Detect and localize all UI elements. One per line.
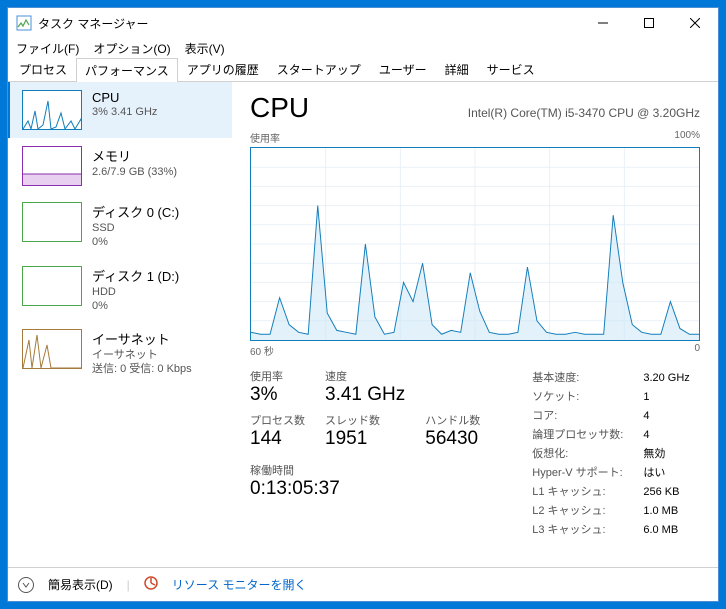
sidebar: CPU3% 3.41 GHzメモリ2.6/7.9 GB (33%)ディスク 0 … — [8, 82, 232, 567]
label-util: 使用率 — [250, 368, 305, 384]
spec-row: 基本速度:3.20 GHz — [532, 370, 690, 387]
app-icon — [16, 15, 32, 31]
tab-0[interactable]: プロセス — [10, 57, 76, 81]
spec-row: コア:4 — [532, 408, 690, 425]
spec-row: 論理プロセッサ数:4 — [532, 427, 690, 444]
thumb-cpu — [22, 90, 82, 130]
cpu-graph — [250, 147, 700, 341]
sidebar-sub: イーサネット送信: 0 受信: 0 Kbps — [92, 348, 222, 377]
sidebar-sub: HDD0% — [92, 285, 222, 314]
minimize-button[interactable] — [580, 8, 626, 38]
menu-view[interactable]: 表示(V) — [185, 40, 225, 57]
tab-2[interactable]: アプリの履歴 — [178, 57, 268, 81]
tab-4[interactable]: ユーザー — [370, 57, 436, 81]
sidebar-title: イーサネット — [92, 329, 222, 348]
label-handles: ハンドル数 — [425, 412, 480, 428]
tab-5[interactable]: 詳細 — [436, 57, 478, 81]
main-heading: CPU — [250, 92, 309, 124]
graph-label-util: 使用率 — [250, 130, 280, 145]
sidebar-sub: 3% 3.41 GHz — [92, 105, 222, 119]
fewer-details-button[interactable]: 簡易表示(D) — [48, 576, 113, 593]
label-threads: スレッド数 — [325, 412, 405, 428]
thumb-disk — [22, 202, 82, 242]
stats-right: 基本速度:3.20 GHz ソケット:1 コア:4 論理プロセッサ数:4 仮想化:無効 H… — [530, 368, 692, 541]
value-threads: 1951 — [325, 428, 405, 450]
value-speed: 3.41 GHz — [325, 384, 405, 406]
value-util: 3% — [250, 384, 305, 406]
tab-6[interactable]: サービス — [478, 57, 544, 81]
spec-row: L3 キャッシュ:6.0 MB — [532, 522, 690, 539]
sidebar-item-disk-3[interactable]: ディスク 1 (D:)HDD0% — [8, 258, 232, 322]
tabbar: プロセスパフォーマンスアプリの履歴スタートアップユーザー詳細サービス — [8, 58, 718, 82]
task-manager-window: タスク マネージャー ファイル(F) オプション(O) 表示(V) プロセスパフ… — [7, 7, 719, 602]
chevron-down-icon[interactable] — [18, 577, 34, 593]
sidebar-sub: SSD0% — [92, 221, 222, 250]
cpu-model: Intel(R) Core(TM) i5-3470 CPU @ 3.20GHz — [468, 106, 700, 120]
value-uptime: 0:13:05:37 — [250, 478, 480, 500]
sidebar-title: ディスク 1 (D:) — [92, 266, 222, 285]
close-button[interactable] — [672, 8, 718, 38]
graph-x-left: 60 秒 — [250, 343, 274, 358]
footer: 簡易表示(D) | リソース モニターを開く — [8, 567, 718, 601]
titlebar[interactable]: タスク マネージャー — [8, 8, 718, 38]
thumb-disk — [22, 266, 82, 306]
resmon-icon — [144, 576, 158, 593]
maximize-button[interactable] — [626, 8, 672, 38]
spec-row: L1 キャッシュ:256 KB — [532, 484, 690, 501]
value-procs: 144 — [250, 428, 305, 450]
graph-x-right: 0 — [694, 343, 700, 358]
sidebar-sub: 2.6/7.9 GB (33%) — [92, 165, 222, 179]
spec-row: L2 キャッシュ:1.0 MB — [532, 503, 690, 520]
thumb-mem — [22, 146, 82, 186]
label-speed: 速度 — [325, 368, 405, 384]
menu-file[interactable]: ファイル(F) — [16, 40, 79, 57]
sidebar-item-mem-1[interactable]: メモリ2.6/7.9 GB (33%) — [8, 138, 232, 194]
sidebar-title: メモリ — [92, 146, 222, 165]
sidebar-title: ディスク 0 (C:) — [92, 202, 222, 221]
menu-options[interactable]: オプション(O) — [93, 40, 170, 57]
spec-row: ソケット:1 — [532, 389, 690, 406]
sidebar-item-disk-2[interactable]: ディスク 0 (C:)SSD0% — [8, 194, 232, 258]
spec-row: 仮想化:無効 — [532, 446, 690, 463]
value-handles: 56430 — [425, 428, 480, 450]
graph-label-max: 100% — [674, 130, 700, 145]
main-panel: CPU Intel(R) Core(TM) i5-3470 CPU @ 3.20… — [232, 82, 718, 567]
label-procs: プロセス数 — [250, 412, 305, 428]
sidebar-item-cpu-0[interactable]: CPU3% 3.41 GHz — [8, 82, 232, 138]
open-resmon-link[interactable]: リソース モニターを開く — [172, 576, 307, 593]
tab-1[interactable]: パフォーマンス — [76, 58, 178, 82]
tab-3[interactable]: スタートアップ — [268, 57, 370, 81]
label-uptime: 稼働時間 — [250, 462, 480, 478]
menubar: ファイル(F) オプション(O) 表示(V) — [8, 38, 718, 58]
window-title: タスク マネージャー — [38, 15, 149, 32]
sidebar-item-eth-4[interactable]: イーサネットイーサネット送信: 0 受信: 0 Kbps — [8, 321, 232, 385]
thumb-eth — [22, 329, 82, 369]
spec-row: Hyper-V サポート:はい — [532, 465, 690, 482]
sidebar-title: CPU — [92, 90, 222, 105]
